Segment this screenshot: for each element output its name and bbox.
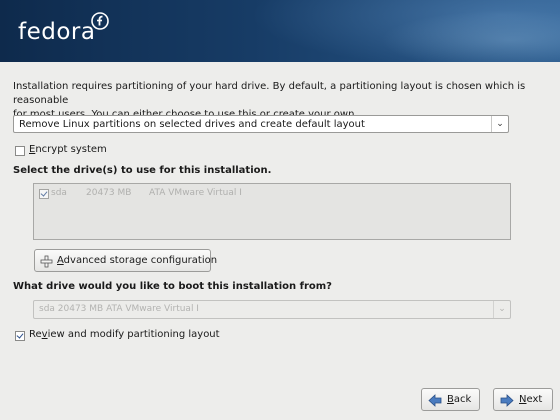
plus-icon <box>40 255 53 268</box>
partition-layout-value: Remove Linux partitions on selected driv… <box>19 119 365 130</box>
advanced-storage-label: Advanced storage configuration <box>57 255 218 266</box>
review-partitioning-label[interactable]: Review and modify partitioning layout <box>29 329 220 340</box>
chevron-down-icon: ⌄ <box>491 116 508 132</box>
drive-selection-heading: Select the drive(s) to use for this inst… <box>13 165 272 176</box>
drive-size: 20473 MB <box>86 188 132 198</box>
drive-sda-checkbox[interactable] <box>39 189 49 199</box>
drive-name: sda <box>51 188 67 198</box>
encrypt-system-label[interactable]: Encrypt system <box>29 144 107 155</box>
fedora-logo-text: fedora <box>18 19 96 45</box>
advanced-storage-button[interactable]: Advanced storage configuration <box>34 249 217 272</box>
next-label: Next <box>519 394 543 405</box>
encrypt-system-checkbox[interactable] <box>15 146 25 156</box>
fedora-infinity-icon <box>91 12 109 30</box>
boot-drive-heading: What drive would you like to boot this i… <box>13 281 332 292</box>
header-banner: fedora <box>0 0 560 62</box>
arrow-left-icon <box>428 394 442 407</box>
review-partitioning-checkbox[interactable] <box>15 331 25 341</box>
drive-model: ATA VMware Virtual I <box>149 188 242 198</box>
boot-drive-select[interactable]: sda 20473 MB ATA VMware Virtual I ⌄ <box>33 300 511 319</box>
arrow-right-icon <box>500 394 514 407</box>
drive-list[interactable]: sda 20473 MB ATA VMware Virtual I <box>33 183 511 240</box>
next-button[interactable]: Next <box>493 388 553 411</box>
back-label: Back <box>447 394 472 405</box>
chevron-down-icon: ⌄ <box>493 301 510 318</box>
back-button[interactable]: Back <box>421 388 480 411</box>
partition-layout-select[interactable]: Remove Linux partitions on selected driv… <box>13 115 509 133</box>
boot-drive-value: sda 20473 MB ATA VMware Virtual I <box>39 304 199 314</box>
